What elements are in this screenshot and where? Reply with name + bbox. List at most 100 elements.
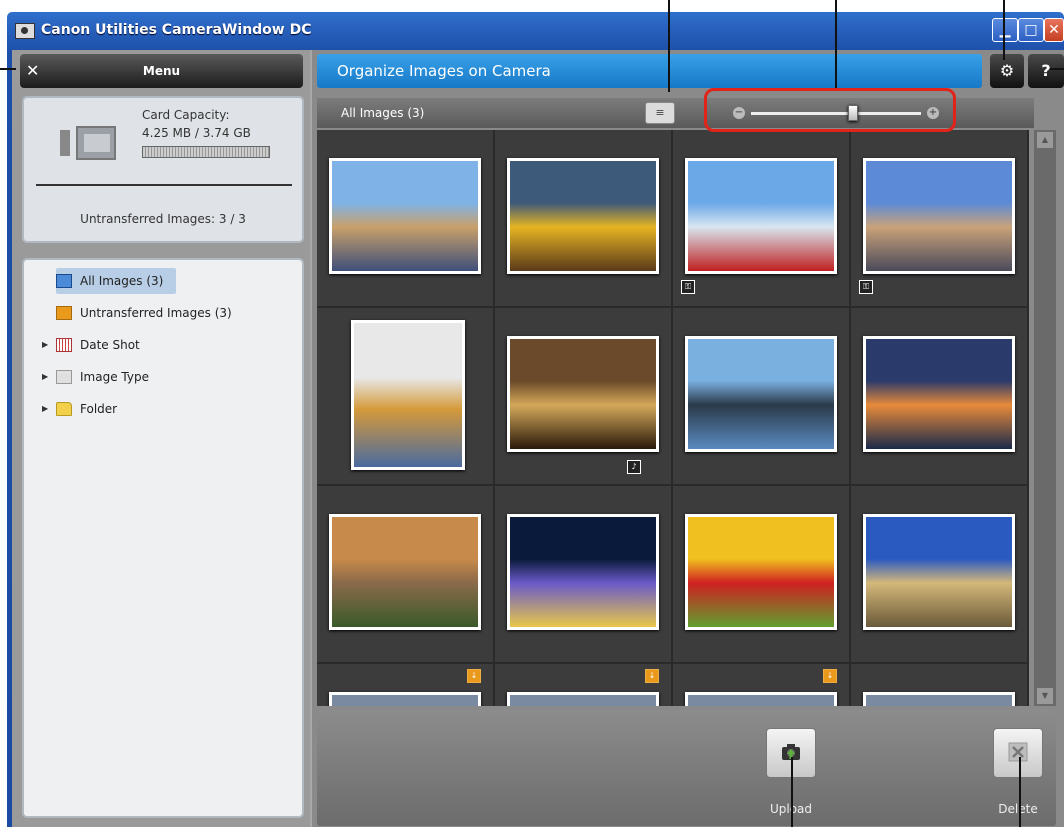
thumbnail-cell[interactable]: ↓ <box>673 664 851 706</box>
image-type-icon <box>56 370 72 384</box>
thumbnail-sunset-bridge[interactable] <box>863 336 1015 452</box>
tree-item-date-shot[interactable]: ▶ Date Shot <box>42 332 176 358</box>
close-menu-icon[interactable]: ✕ <box>26 54 39 88</box>
thumbnail-city-towers[interactable] <box>863 158 1015 274</box>
help-icon: ? <box>1041 61 1051 80</box>
thumbnail-arcade-interior[interactable] <box>507 336 659 452</box>
tree-item-label: Folder <box>80 402 118 416</box>
thumbnail-wallaby[interactable] <box>329 514 481 630</box>
thumbnail-hat-on-chair[interactable] <box>351 320 465 470</box>
zoom-callout-ring <box>704 88 956 132</box>
tree-item-label: All Images (3) <box>80 274 164 288</box>
callout-line <box>835 0 837 90</box>
callout-line <box>668 0 670 92</box>
thumbnail-yellow-train[interactable] <box>507 158 659 274</box>
delete-label: Delete <box>998 802 1038 816</box>
tree-item-image-type[interactable]: ▶ Image Type <box>42 364 176 390</box>
title-bar[interactable]: Canon Utilities CameraWindow DC ▁ □ ✕ <box>7 12 1064 50</box>
memory-card-icon <box>60 126 116 160</box>
untransferred-icon <box>56 306 72 320</box>
callout-line <box>1003 0 1005 60</box>
maximize-button[interactable]: □ <box>1018 18 1044 42</box>
image-tree: All Images (3) Untransferred Images (3) … <box>22 258 304 818</box>
page-title: Organize Images on Camera <box>317 54 982 88</box>
left-panel: ✕ Menu Card Capacity: 4.25 MB / 3.74 GB … <box>12 50 310 827</box>
divider <box>36 184 292 186</box>
sound-badge-icon: ♪ <box>627 460 641 474</box>
tree-item-label: Image Type <box>80 370 149 384</box>
main-panel: Organize Images on Camera ⚙ ? All Images… <box>312 50 1064 827</box>
untransferred-badge-icon: ↓ <box>467 669 481 683</box>
close-window-button[interactable]: ✕ <box>1044 18 1064 42</box>
all-images-icon <box>56 274 72 288</box>
lock-badge-icon: ⚿ <box>859 280 873 294</box>
expand-arrow-icon[interactable]: ▶ <box>42 396 48 422</box>
thumbnail-cell[interactable] <box>851 486 1029 664</box>
untransferred-badge-icon: ↓ <box>823 669 837 683</box>
expand-arrow-icon[interactable]: ▶ <box>42 364 48 390</box>
thumbnail-cell[interactable] <box>317 486 495 664</box>
gear-icon: ⚙ <box>999 61 1015 80</box>
thumbnail-night-city[interactable] <box>507 514 659 630</box>
thumbnail-partial[interactable] <box>507 692 659 706</box>
thumbnail-red-signpost[interactable] <box>685 158 837 274</box>
thumbnail-cell[interactable] <box>495 486 673 664</box>
thumbnail-vegetable-sticks[interactable] <box>685 514 837 630</box>
window-title: Canon Utilities CameraWindow DC <box>41 22 312 38</box>
thumbnail-harbour-stalls[interactable] <box>329 158 481 274</box>
app-window: Canon Utilities CameraWindow DC ▁ □ ✕ ✕ … <box>7 12 1064 827</box>
view-mode-button[interactable]: ≡ <box>645 102 675 124</box>
list-view-icon: ≡ <box>655 106 665 119</box>
action-bar: Upload Delete <box>317 710 1056 826</box>
tree-item-folder[interactable]: ▶ Folder <box>42 396 176 422</box>
gallery-title: All Images (3) <box>341 106 425 120</box>
thumbnail-grid: ⚿ ⚿ ♪ ↓ ↓ ↓ <box>317 130 1029 706</box>
thumbnail-partial[interactable] <box>863 692 1015 706</box>
scroll-down-icon[interactable]: ▼ <box>1037 688 1053 704</box>
camera-app-icon <box>15 23 35 39</box>
tree-item-all-images[interactable]: All Images (3) <box>56 268 176 294</box>
card-capacity-label: Card Capacity: <box>142 108 230 122</box>
card-capacity-panel: Card Capacity: 4.25 MB / 3.74 GB Untrans… <box>22 96 304 243</box>
callout-line <box>1050 68 1064 70</box>
thumbnail-partial[interactable] <box>329 692 481 706</box>
menu-button[interactable]: ✕ Menu <box>20 54 303 88</box>
untransferred-badge-icon: ↓ <box>645 669 659 683</box>
thumbnail-cell[interactable] <box>495 130 673 308</box>
client-area: ✕ Menu Card Capacity: 4.25 MB / 3.74 GB … <box>12 50 1064 827</box>
delete-icon <box>1008 742 1028 762</box>
thumbnail-harbour-bridge[interactable] <box>685 336 837 452</box>
thumbnail-cell[interactable]: ↓ <box>495 664 673 706</box>
thumbnail-cell[interactable] <box>673 308 851 486</box>
folder-icon <box>56 402 72 416</box>
capacity-meter <box>142 146 270 158</box>
thumbnail-cell[interactable] <box>851 308 1029 486</box>
delete-button[interactable] <box>993 728 1043 778</box>
thumbnail-cell[interactable]: ↓ <box>317 664 495 706</box>
thumbnail-cell[interactable] <box>317 308 495 486</box>
thumbnail-cell[interactable]: ♪ <box>495 308 673 486</box>
card-capacity-value: 4.25 MB / 3.74 GB <box>142 126 251 140</box>
thumbnail-cell[interactable] <box>851 664 1029 706</box>
callout-line <box>791 757 793 827</box>
settings-button[interactable]: ⚙ <box>990 54 1024 88</box>
expand-arrow-icon[interactable]: ▶ <box>42 332 48 358</box>
tree-item-label: Untransferred Images (3) <box>80 306 232 320</box>
menu-label: Menu <box>142 64 181 78</box>
untransferred-count: Untransferred Images: 3 / 3 <box>80 212 246 226</box>
thumbnail-cell[interactable] <box>317 130 495 308</box>
callout-line <box>0 68 16 70</box>
thumbnail-cell[interactable]: ⚿ <box>851 130 1029 308</box>
thumbnail-historic-building[interactable] <box>863 514 1015 630</box>
minimize-button[interactable]: ▁ <box>992 18 1018 42</box>
thumbnail-cell[interactable]: ⚿ <box>673 130 851 308</box>
callout-line <box>1019 757 1021 827</box>
tree-item-untransferred[interactable]: Untransferred Images (3) <box>56 300 256 326</box>
help-button[interactable]: ? <box>1028 54 1064 88</box>
vertical-scrollbar[interactable]: ▲ ▼ <box>1034 130 1056 706</box>
tree-item-label: Date Shot <box>80 338 140 352</box>
calendar-icon <box>56 338 72 352</box>
thumbnail-partial[interactable] <box>685 692 837 706</box>
thumbnail-cell[interactable] <box>673 486 851 664</box>
scroll-up-icon[interactable]: ▲ <box>1037 132 1053 148</box>
